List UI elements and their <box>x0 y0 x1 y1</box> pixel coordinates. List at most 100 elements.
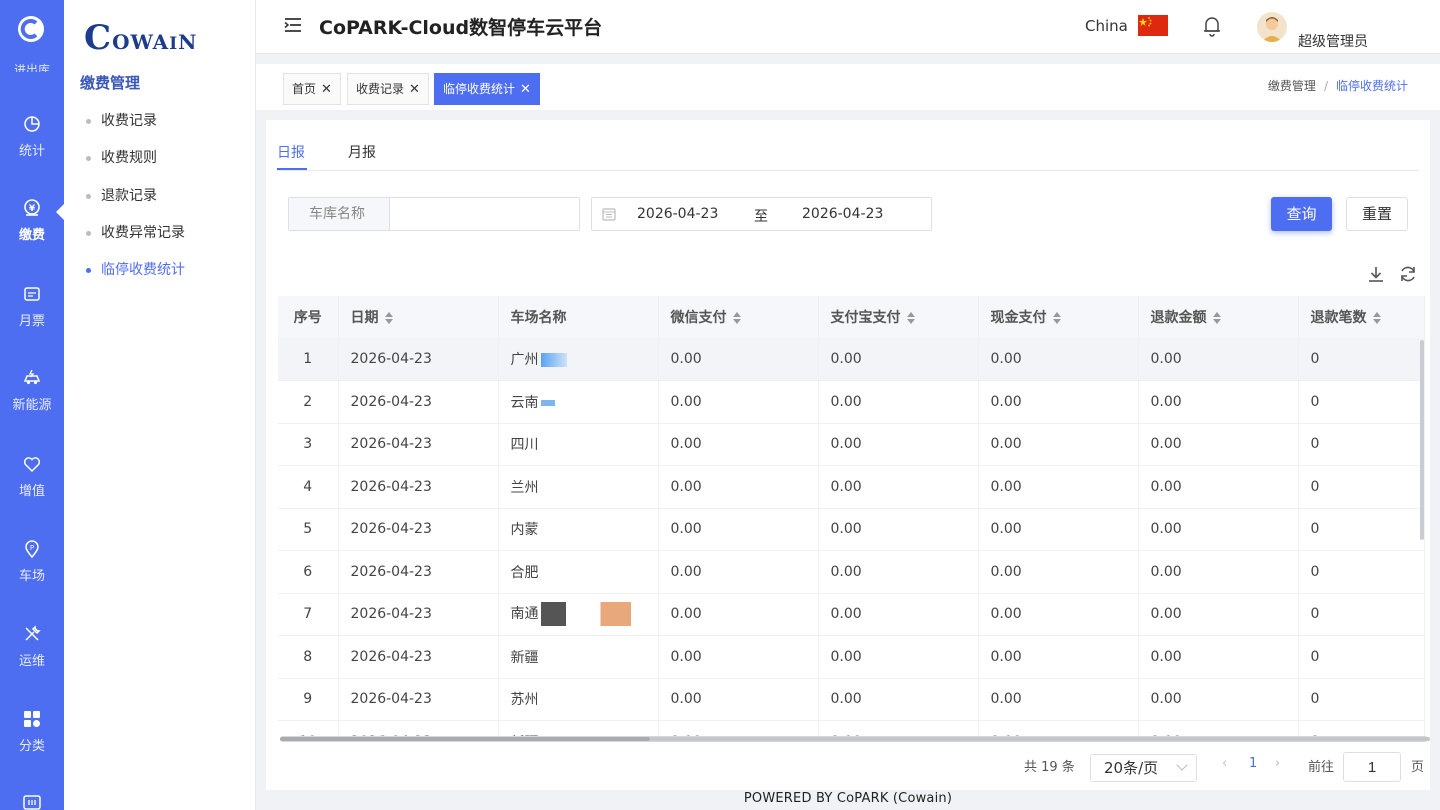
column-header-refund-count[interactable]: 退款笔数 <box>1298 296 1425 338</box>
app-logo-icon[interactable] <box>16 14 46 44</box>
query-button[interactable]: 查询 <box>1271 197 1332 231</box>
cell-value: 0.00 <box>670 478 702 495</box>
table-row[interactable]: 1 2026-04-23 广州 0.00 0.00 0.00 0.00 0 <box>278 338 1425 381</box>
date-range-picker[interactable]: 2026-04-23 至 2026-04-23 <box>591 197 932 231</box>
rail-item-parking-lot[interactable]: P 车场 <box>0 539 64 619</box>
cell-index: 5 <box>278 508 339 551</box>
header-label: 退款金额 <box>1150 310 1207 326</box>
column-header-wechat[interactable]: 微信支付 <box>658 296 819 338</box>
rail-item-monthly-ticket[interactable]: 月票 <box>0 284 64 364</box>
table-row[interactable]: 5 2026-04-23 内蒙 0.00 0.00 0.00 0.00 0 <box>278 508 1425 551</box>
cell-lot-name: 新疆 <box>498 635 659 679</box>
sidebar-item-charge-records[interactable]: 收费记录 <box>86 110 157 130</box>
tab-charge-records[interactable]: 收费记录 ✕ <box>347 73 429 105</box>
reset-button[interactable]: 重置 <box>1346 197 1408 231</box>
app-title: CoPARK-Cloud数智停车云平台 <box>319 17 603 39</box>
cell-alipay: 0.00 <box>818 465 979 509</box>
more-icon[interactable] <box>23 795 41 810</box>
download-icon[interactable] <box>1366 264 1386 284</box>
next-page-button[interactable]: › <box>1275 756 1280 771</box>
prev-page-button[interactable]: ‹ <box>1222 756 1227 771</box>
column-header-alipay[interactable]: 支付宝支付 <box>818 296 979 338</box>
cell-refund-amount: 0.00 <box>1138 508 1299 551</box>
tab-daily-report[interactable]: 日报 <box>277 142 305 162</box>
brand-logo: COWAIN <box>84 18 198 58</box>
sidebar-item-refund-records[interactable]: 退款记录 <box>86 185 157 205</box>
rail-item-new-energy[interactable]: 新能源 <box>0 368 64 448</box>
sort-icon[interactable] <box>1372 312 1381 324</box>
cell-date: 2026-04-23 <box>338 338 499 381</box>
start-date[interactable]: 2026-04-23 <box>637 206 718 222</box>
close-icon[interactable]: ✕ <box>321 82 332 97</box>
rail-item-operations[interactable]: 运维 <box>0 624 64 704</box>
notification-bell-icon[interactable] <box>1202 15 1222 37</box>
avatar[interactable] <box>1257 12 1287 42</box>
rail-item-label[interactable]: 进出库 <box>0 58 64 72</box>
cell-value: 0 <box>1310 521 1320 538</box>
close-icon[interactable]: ✕ <box>520 82 531 97</box>
horizontal-scrollbar[interactable] <box>280 736 1430 742</box>
column-header-refund-amount[interactable]: 退款金额 <box>1138 296 1299 338</box>
table-row[interactable]: 7 2026-04-23 南通 0.00 0.00 0.00 0.00 0 <box>278 593 1425 636</box>
cell-lot-name: 四川 <box>498 423 659 466</box>
close-icon[interactable]: ✕ <box>409 82 420 97</box>
rail-item-category[interactable]: 分类 <box>0 709 64 789</box>
cell-value: 5 <box>303 521 313 538</box>
sort-icon[interactable] <box>384 312 393 324</box>
ticket-icon <box>24 287 40 301</box>
cell-date: 2026-04-23 <box>338 635 499 679</box>
cell-lot-name: 南通 <box>498 593 659 636</box>
table-row[interactable]: 9 2026-04-23 苏州 0.00 0.00 0.00 0.00 0 <box>278 678 1425 721</box>
tab-temporary-stats[interactable]: 临停收费统计 ✕ <box>434 73 540 105</box>
sort-icon[interactable] <box>906 312 915 324</box>
rail-item-stats[interactable]: 统计 <box>0 114 64 194</box>
goto-page-input[interactable] <box>1343 752 1401 782</box>
goto-label: 前往 <box>1308 760 1335 775</box>
breadcrumb-parent[interactable]: 缴费管理 <box>1268 79 1316 93</box>
tools-icon <box>25 625 41 641</box>
tab-home[interactable]: 首页 ✕ <box>283 73 341 105</box>
header-label: 微信支付 <box>670 310 727 326</box>
language-label[interactable]: China <box>1085 17 1128 35</box>
table-row[interactable]: 4 2026-04-23 兰州 0.00 0.00 0.00 0.00 0 <box>278 465 1425 509</box>
cell-lot-name: 合肥 <box>498 550 659 594</box>
sidebar-item-label: 收费异常记录 <box>101 225 185 241</box>
tab-monthly-report[interactable]: 月报 <box>348 142 376 162</box>
refresh-icon[interactable] <box>1398 264 1418 284</box>
user-name[interactable]: 超级管理员 <box>1298 31 1368 51</box>
sort-icon[interactable] <box>732 312 741 324</box>
cell-index: 8 <box>278 635 339 679</box>
table-row[interactable]: 2 2026-04-23 云南 0.00 0.00 0.00 0.00 0 <box>278 380 1425 424</box>
cell-value: 0.00 <box>670 521 702 538</box>
top-bar: CoPARK-Cloud数智停车云平台 China 超级管理员 <box>256 0 1440 54</box>
cell-value: 0.00 <box>1150 691 1182 708</box>
sidebar-item-temporary-stats[interactable]: 临停收费统计 <box>86 259 185 279</box>
table-row[interactable]: 8 2026-04-23 新疆 0.00 0.00 0.00 0.00 0 <box>278 635 1425 679</box>
chevron-down-icon <box>1176 759 1188 771</box>
column-header-date[interactable]: 日期 <box>338 296 499 338</box>
header-label: 车场名称 <box>510 310 567 326</box>
cell-alipay: 0.00 <box>818 423 979 466</box>
column-header-cash[interactable]: 现金支付 <box>978 296 1139 338</box>
sidebar-item-charge-rules[interactable]: 收费规则 <box>86 147 157 167</box>
vertical-scrollbar[interactable] <box>1420 340 1424 540</box>
garage-name-input[interactable] <box>391 198 579 230</box>
sort-icon[interactable] <box>1052 312 1061 324</box>
current-page[interactable]: 1 <box>1249 756 1257 771</box>
page-size-select[interactable]: 20条/页 <box>1090 754 1197 782</box>
menu-toggle-icon[interactable] <box>284 16 302 34</box>
cell-value: 2026-04-23 <box>350 521 432 538</box>
table-row[interactable]: 6 2026-04-23 合肥 0.00 0.00 0.00 0.00 0 <box>278 550 1425 594</box>
table-row[interactable]: 3 2026-04-23 四川 0.00 0.00 0.00 0.00 0 <box>278 423 1425 466</box>
rail-item-payment[interactable]: ¥ 缴费 <box>0 198 64 278</box>
cell-wechat: 0.00 <box>658 550 819 594</box>
cell-wechat: 0.00 <box>658 423 819 466</box>
china-flag-icon[interactable] <box>1138 15 1168 36</box>
cell-refund-count: 0 <box>1298 508 1425 551</box>
end-date[interactable]: 2026-04-23 <box>802 206 883 222</box>
cell-index: 9 <box>278 678 339 721</box>
sort-icon[interactable] <box>1212 312 1221 324</box>
cell-refund-amount: 0.00 <box>1138 465 1299 509</box>
sidebar-item-charge-exceptions[interactable]: 收费异常记录 <box>86 222 185 242</box>
rail-item-value-added[interactable]: 增值 <box>0 454 64 534</box>
